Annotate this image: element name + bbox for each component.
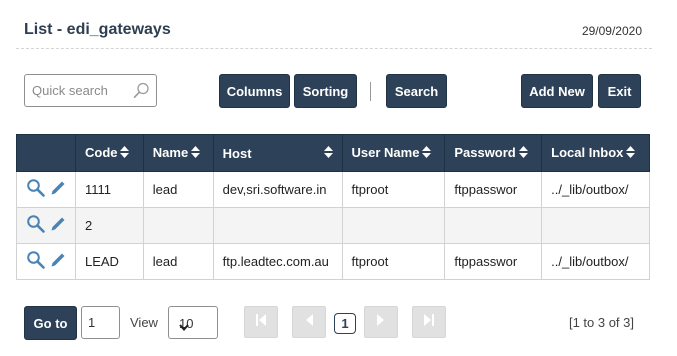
- prev-page-button[interactable]: [292, 306, 326, 338]
- cell-local-inbox: ../_lib/outbox/: [541, 171, 650, 208]
- cell-name: lead: [142, 243, 214, 280]
- grid-header-row: Code Name Host User Name Password Local …: [16, 134, 650, 172]
- exit-button[interactable]: Exit: [598, 74, 641, 108]
- cell-code: 1111: [74, 171, 144, 208]
- column-header-password[interactable]: Password: [444, 134, 543, 172]
- next-page-button[interactable]: [364, 306, 398, 338]
- column-header-label: Password: [454, 144, 516, 160]
- sort-icon: [323, 145, 333, 161]
- quick-search-input[interactable]: [26, 76, 126, 105]
- cell-code: 2: [74, 207, 144, 244]
- table-row: 1111 lead dev,sri.software.in ftproot ft…: [16, 171, 650, 208]
- cell-name: lead: [142, 171, 214, 208]
- sorting-button[interactable]: Sorting: [294, 74, 357, 108]
- view-magnifier-icon[interactable]: [26, 178, 46, 201]
- cell-user-name: ftproot: [341, 171, 446, 208]
- first-page-button[interactable]: [244, 306, 278, 338]
- view-label: View: [130, 315, 158, 330]
- sort-icon: [626, 146, 636, 161]
- sort-icon: [191, 146, 201, 161]
- cell-host: ftp.leadtec.com.au: [212, 243, 343, 280]
- cell-password: [444, 207, 543, 244]
- table-row: 2: [16, 207, 650, 244]
- add-new-button[interactable]: Add New: [521, 74, 593, 108]
- cell-password: ftppasswor: [444, 171, 543, 208]
- column-header-local-inbox[interactable]: Local Inbox: [541, 134, 650, 172]
- goto-page-input[interactable]: [81, 306, 120, 339]
- view-magnifier-icon[interactable]: [26, 250, 46, 273]
- cell-host: dev,sri.software.in: [212, 171, 343, 208]
- pencil-icon[interactable]: [50, 216, 66, 235]
- data-grid: Code Name Host User Name Password Local …: [16, 134, 650, 280]
- pagination-range-info: [1 to 3 of 3]: [568, 315, 634, 330]
- cell-local-inbox: [541, 207, 650, 244]
- search-button[interactable]: Search: [386, 74, 447, 108]
- toolbar-separator: [370, 82, 371, 101]
- cell-user-name: ftproot: [341, 243, 446, 280]
- cell-name: [142, 207, 214, 244]
- view-magnifier-icon[interactable]: [26, 214, 46, 237]
- column-header-user-name[interactable]: User Name: [341, 134, 446, 172]
- cell-user-name: [341, 207, 446, 244]
- current-page-indicator[interactable]: 1: [334, 313, 356, 334]
- column-header-label: Local Inbox: [551, 144, 624, 160]
- sort-icon: [422, 146, 432, 161]
- columns-button[interactable]: Columns: [219, 74, 290, 108]
- row-actions: [16, 243, 76, 280]
- chevron-down-icon: [179, 319, 212, 334]
- search-icon[interactable]: [133, 82, 150, 104]
- pencil-icon[interactable]: [50, 180, 66, 199]
- pencil-icon[interactable]: [50, 252, 66, 271]
- column-header-code[interactable]: Code: [74, 134, 144, 172]
- cell-code: LEAD: [74, 243, 144, 280]
- column-header-name[interactable]: Name: [142, 134, 214, 172]
- table-row: LEAD lead ftp.leadtec.com.au ftproot ftp…: [16, 243, 650, 280]
- cell-local-inbox: ../_lib/outbox/: [541, 243, 650, 280]
- last-page-icon: [423, 313, 435, 332]
- quick-search-box: [24, 74, 157, 107]
- column-header-label: Name: [152, 144, 189, 160]
- next-page-icon: [376, 313, 386, 332]
- page-title: List - edi_gateways: [24, 21, 171, 38]
- actions-header: [16, 134, 76, 172]
- column-header-label: User Name: [351, 144, 420, 160]
- row-actions: [16, 207, 76, 244]
- row-actions: [16, 171, 76, 208]
- sort-icon: [518, 146, 528, 161]
- cell-host: [212, 207, 343, 244]
- goto-button[interactable]: Go to: [24, 306, 77, 340]
- column-header-label: Code: [84, 144, 118, 160]
- cell-password: ftppasswor: [444, 243, 543, 280]
- title-divider: [16, 48, 652, 49]
- first-page-icon: [255, 313, 267, 332]
- header-date: 29/09/2020: [581, 24, 642, 38]
- page-size-select[interactable]: 10: [168, 306, 218, 339]
- column-header-host[interactable]: Host: [212, 134, 343, 172]
- sort-icon: [120, 146, 130, 161]
- last-page-button[interactable]: [412, 306, 446, 338]
- column-header-label: Host: [222, 145, 252, 161]
- prev-page-icon: [304, 313, 314, 332]
